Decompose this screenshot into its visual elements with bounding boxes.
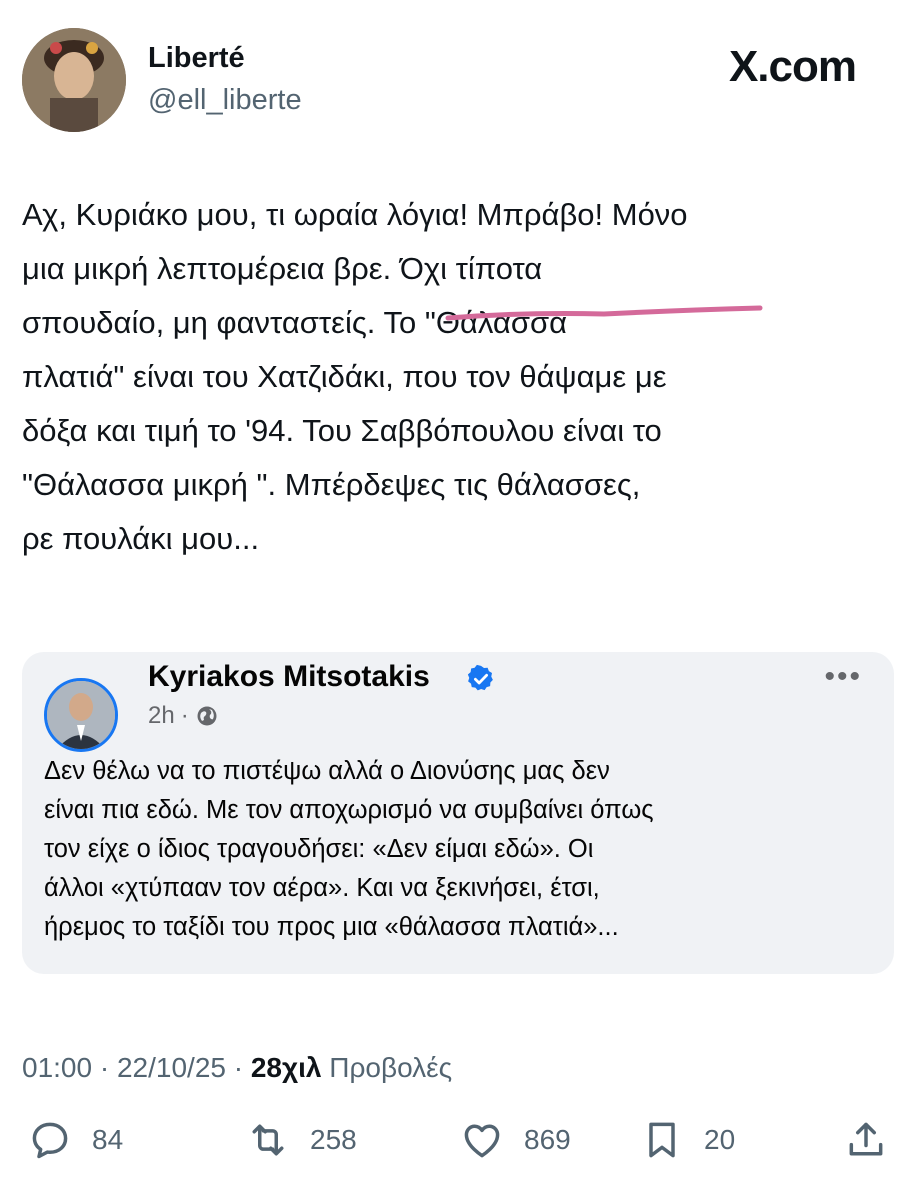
tweet-timestamp-row: 01:00 · 22/10/25 · 28χιλ Προβολές	[22, 1052, 452, 1084]
tweet-text: Αχ, Κυριάκο μου, τι ωραία λόγια! Μπράβο!…	[22, 197, 688, 556]
globe-icon	[197, 706, 217, 726]
post-date[interactable]: 22/10/25	[117, 1052, 226, 1083]
post-time[interactable]: 01:00	[22, 1052, 92, 1083]
x-com-brand: X.com	[728, 42, 857, 91]
meta-separator: ·	[180, 702, 189, 729]
reply-icon	[32, 1122, 68, 1159]
embedded-post-meta: 2h ·	[148, 702, 219, 730]
author-photo	[47, 681, 115, 749]
repost-count: 258	[310, 1124, 357, 1155]
like-button[interactable]: 869	[460, 1118, 571, 1162]
meta-dot: ·	[92, 1052, 117, 1083]
user-handle[interactable]: @ell_liberte	[148, 84, 302, 117]
bookmark-button[interactable]: 20	[640, 1118, 735, 1162]
repost-icon	[252, 1124, 284, 1156]
reply-count: 84	[92, 1124, 124, 1155]
repost-button[interactable]: 258	[246, 1118, 357, 1162]
embedded-post-text: Δεν θέλω να το πιστέψω αλλά ο Διονύσης μ…	[44, 757, 654, 941]
embedded-author-avatar[interactable]	[44, 678, 118, 752]
embedded-post-time[interactable]: 2h	[148, 702, 175, 730]
more-options-button[interactable]: •••	[824, 660, 862, 694]
share-icon	[849, 1122, 883, 1156]
avatar-image	[22, 28, 126, 132]
verified-badge-icon	[467, 664, 493, 691]
embedded-post-card[interactable]: Kyriakos Mitsotakis 2h · ••• Δεν θέλω να…	[22, 652, 894, 974]
share-button[interactable]	[844, 1118, 888, 1162]
like-count: 869	[524, 1124, 571, 1155]
tweet-header: Liberté @ell_liberte X.com	[22, 28, 892, 138]
bookmark-icon	[649, 1122, 675, 1158]
handwritten-underline	[445, 305, 763, 321]
embedded-author-name[interactable]: Kyriakos Mitsotakis	[148, 660, 430, 694]
bookmark-count: 20	[704, 1124, 736, 1155]
display-name[interactable]: Liberté	[148, 42, 245, 75]
views-count: 28χιλ	[250, 1052, 322, 1083]
reply-button[interactable]: 84	[28, 1118, 123, 1162]
heart-icon	[464, 1124, 500, 1158]
action-bar: 84 258 869 20	[22, 1118, 892, 1174]
user-avatar[interactable]	[22, 28, 126, 132]
views-label: Προβολές	[329, 1052, 453, 1083]
meta-dot: ·	[225, 1052, 251, 1083]
